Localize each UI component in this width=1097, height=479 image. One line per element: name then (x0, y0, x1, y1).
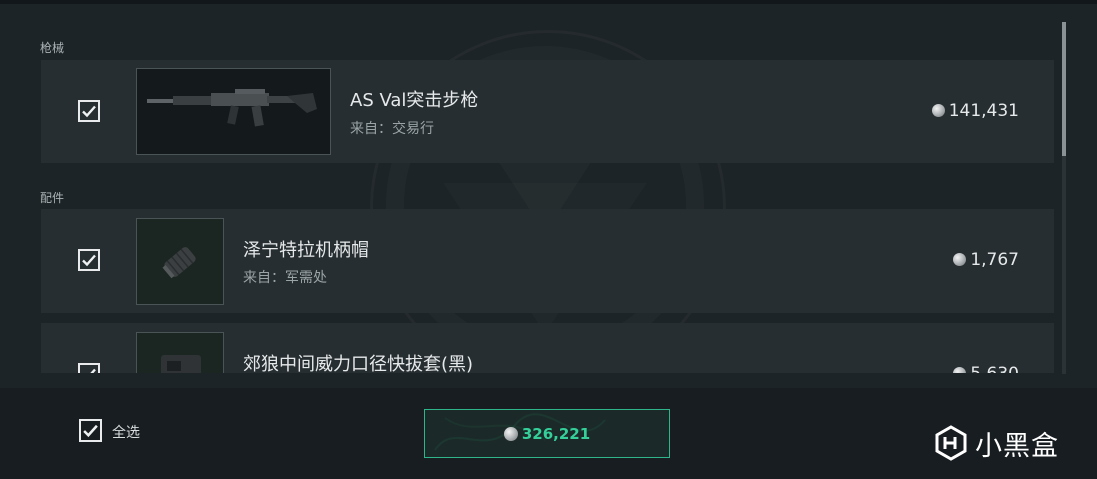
silver-coin-icon (953, 253, 967, 266)
item-price: 5,630 (953, 364, 1019, 373)
item-checkbox[interactable] (78, 249, 100, 271)
item-price-value: 5,630 (970, 364, 1019, 373)
item-checkbox[interactable] (78, 100, 100, 122)
item-name: AS Val突击步枪 (350, 90, 479, 111)
scrollbar-thumb[interactable] (1062, 22, 1066, 156)
heybox-brand: 小黑盒 (933, 423, 1059, 463)
select-all-label: 全选 (112, 425, 140, 441)
item-price: 1,767 (953, 250, 1019, 270)
brand-text: 小黑盒 (975, 430, 1059, 462)
item-checkbox[interactable] (78, 363, 100, 373)
list-item[interactable]: AS Val突击步枪 来自：交易行 141,431 (41, 60, 1054, 163)
item-source: 来自：军需处 (243, 270, 327, 286)
heybox-logo-icon (935, 425, 967, 461)
rifle-icon (136, 68, 331, 155)
item-price-value: 141,431 (948, 101, 1019, 121)
suppressor-mount-icon (136, 332, 224, 373)
item-source: 来自：交易行 (350, 121, 434, 137)
item-price-value: 1,767 (970, 250, 1019, 270)
grip-cap-icon (136, 218, 224, 305)
item-scroll-area[interactable]: 枪械 AS Val突击步枪 来自：交易行 141,431 配件 泽宁特拉机柄帽 … (0, 0, 1097, 373)
silver-coin-icon (503, 426, 518, 441)
item-name: 泽宁特拉机柄帽 (243, 240, 369, 261)
select-all-checkbox[interactable] (79, 419, 102, 442)
silver-coin-icon (953, 367, 967, 373)
section-label-attachments: 配件 (40, 191, 65, 205)
total-price-button[interactable]: 326,221 (424, 409, 670, 458)
item-name: 郊狼中间威力口径快拔套(黑) (243, 354, 474, 373)
item-list-panel: 枪械 AS Val突击步枪 来自：交易行 141,431 配件 泽宁特拉机柄帽 … (0, 0, 1097, 388)
item-price: 141,431 (931, 101, 1019, 121)
list-item[interactable]: 郊狼中间威力口径快拔套(黑) 5,630 (41, 323, 1054, 373)
total-price-value: 326,221 (521, 424, 591, 443)
list-item[interactable]: 泽宁特拉机柄帽 来自：军需处 1,767 (41, 209, 1054, 313)
silver-coin-icon (931, 104, 945, 117)
section-label-firearms: 枪械 (40, 41, 65, 55)
